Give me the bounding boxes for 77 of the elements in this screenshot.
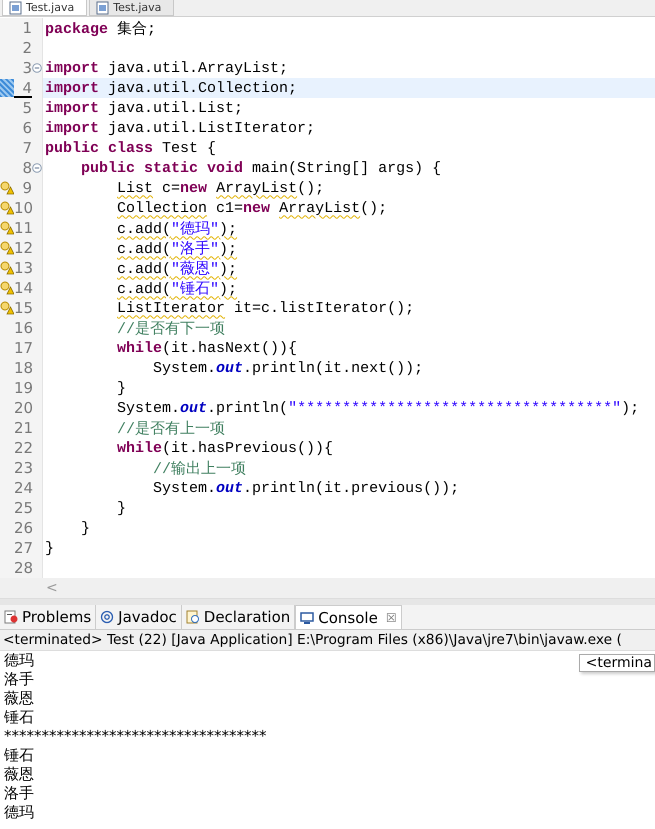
line-number: 4 [21,79,32,97]
line-number: 9 [21,179,32,197]
occurrence-marker [0,79,14,97]
code-line: while(it.hasPrevious()){ [116,440,334,456]
panel-tab[interactable]: Console ☒ [295,605,402,629]
code-line: System.out.println(it.previous()); [152,480,460,496]
line-number: 23 [14,459,34,477]
line-number: 28 [14,559,34,577]
code-line: package 集合; [45,20,156,38]
console-output-line: 洛手 [3,784,34,803]
line-number: 20 [14,399,34,417]
console-output-line: 锤石 [3,708,34,727]
java-file-icon [96,0,110,14]
code-line: c.add("洛手"); [116,240,238,258]
line-number: 13 [14,259,34,277]
line-number: 3 [21,59,32,77]
line-number: 15 [14,299,34,317]
console-header: <terminated> Test (22) [Java Application] E:\Program Files (x86)\Java\jre7\bin\javaw.exe ( [0,630,655,651]
line-number: 1 [21,19,32,37]
line-number: 25 [14,499,34,517]
console-output-line: 洛手 [3,670,34,689]
line-number: 2 [21,39,32,57]
line-number: 19 [14,379,34,397]
code-line: c.add("薇恩"); [116,260,238,278]
code-line: } [116,380,126,396]
code-line: List c=new ArrayList(); [116,180,324,196]
java-file-icon [9,0,22,14]
code-line: ListIterator it=c.listIterator(); [116,300,414,316]
line-number: 21 [14,419,34,437]
line-number: 27 [14,539,34,557]
editor-tab[interactable]: Test.java [2,0,88,16]
console-output-line: 德玛 [3,803,34,822]
line-number: 17 [14,339,34,357]
code-line: System.out.println("***********************************"); [116,400,640,416]
code-line: } [116,500,126,516]
line-number: 10 [14,199,34,217]
line-number: 8 [21,159,32,177]
code-line: System.out.println(it.next()); [152,360,424,376]
editor-tab[interactable]: Test.java [89,0,174,16]
document-icon [4,610,18,624]
code-line: //是否有上一项 [116,420,226,438]
console-output-line: 德玛 [3,651,34,670]
line-number: 14 [14,279,34,297]
code-line: import java.util.List; [45,100,244,116]
line-number: 16 [14,319,34,337]
code-line: } [45,540,54,556]
code-line: //输出上一项 [152,460,246,478]
document-icon [186,610,200,624]
line-number: 24 [14,479,34,497]
code-line: import java.util.ListIterator; [45,120,316,136]
tooltip: <termina [578,654,655,672]
line-number: 26 [14,519,34,537]
console-output-line: 薇恩 [3,689,34,708]
line-number: 22 [14,439,34,457]
panel-tab[interactable]: Problems [0,605,96,629]
line-number: 11 [14,219,34,237]
code-line: } [80,520,90,536]
code-line: //是否有下一项 [116,320,226,338]
code-line: c.add("锤石"); [116,280,238,298]
panel-tab[interactable]: Javadoc [96,605,182,629]
line-number: 12 [14,239,34,257]
code-line: c.add("德玛"); [116,220,238,238]
code-line: while(it.hasNext()){ [116,340,298,356]
code-line: import java.util.Collection; [45,80,298,96]
line-number: 6 [21,119,32,137]
console-output-line: *********************************** [3,727,266,746]
console-output-line: 锤石 [3,746,34,765]
line-number: 18 [14,359,34,377]
monitor-icon [300,610,314,624]
close-tab-button[interactable]: ☒ [386,610,397,624]
line-number: 7 [21,139,32,157]
code-line: public static void main(String[] args) { [80,160,442,176]
code-line: public class Test { [45,140,216,156]
code-line: Collection c1=new ArrayList(); [116,200,388,216]
code-line: import java.util.ArrayList; [45,60,288,76]
line-number: 5 [21,99,32,117]
console-output-line: 薇恩 [3,765,34,784]
